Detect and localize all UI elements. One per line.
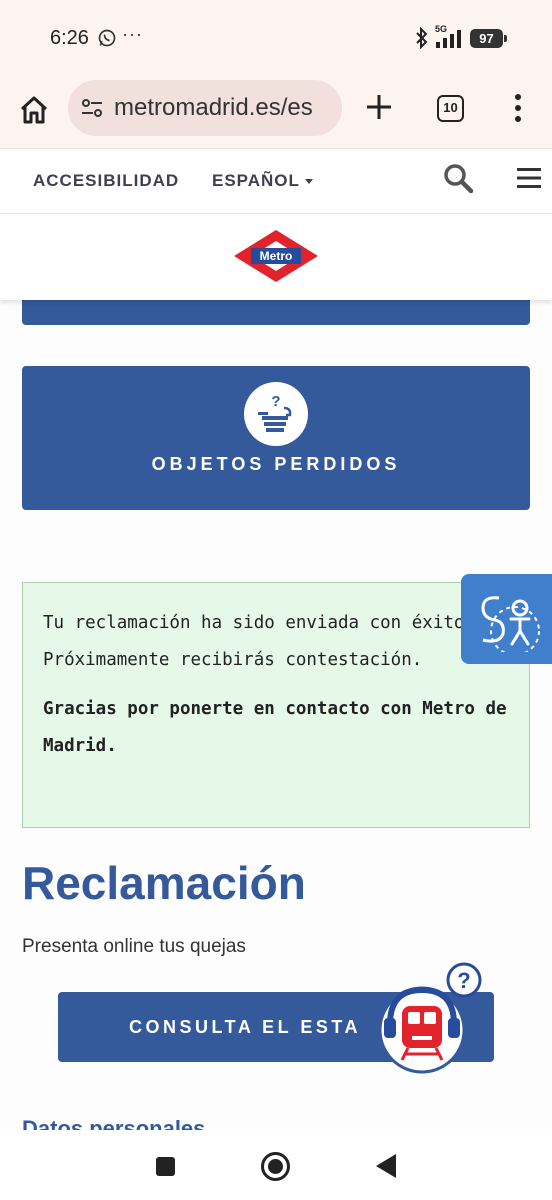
thanks-message: Gracias por ponerte en contacto con Metr… <box>43 699 507 756</box>
hamburger-menu-icon[interactable] <box>517 167 541 189</box>
home-icon[interactable] <box>18 94 50 126</box>
previous-card[interactable] <box>22 300 530 325</box>
signal-icon <box>436 30 461 48</box>
browser-toolbar: metromadrid.es/es 10 <box>0 74 552 148</box>
consult-status-button[interactable]: CONSULTA EL ESTA ? <box>58 962 494 1074</box>
notification-overflow: ··· <box>122 24 143 44</box>
svg-text:?: ? <box>271 393 280 410</box>
home-button-icon[interactable] <box>261 1152 290 1181</box>
metro-madrid-logo[interactable]: Metro <box>232 228 320 284</box>
lost-items-card[interactable]: ? OBJETOS PERDIDOS <box>22 366 530 510</box>
accessibility-icon <box>481 596 540 652</box>
status-time: 6:26 <box>50 27 89 49</box>
svg-text:?: ? <box>457 968 470 993</box>
status-bar: 6:26 ··· 5G 97 <box>0 0 552 74</box>
accessibility-widget-button[interactable] <box>461 574 552 664</box>
new-tab-icon[interactable] <box>364 92 394 122</box>
recent-apps-icon[interactable] <box>156 1157 175 1176</box>
site-settings-icon[interactable] <box>80 96 104 120</box>
url-text[interactable]: metromadrid.es/es <box>114 94 313 122</box>
site-header: ACCESIBILIDAD ESPAÑOL <box>0 148 552 214</box>
page-subtitle: Presenta online tus quejas <box>22 936 246 957</box>
lost-items-label: OBJETOS PERDIDOS <box>151 454 401 474</box>
consult-status-label: CONSULTA EL ESTA <box>129 1017 362 1037</box>
more-options-icon[interactable] <box>508 92 528 124</box>
success-message: Tu reclamación ha sido enviada con éxito… <box>43 613 475 670</box>
language-label: ESPAÑOL <box>212 171 300 190</box>
caret-down-icon <box>304 179 313 185</box>
back-icon[interactable] <box>376 1154 396 1178</box>
logo-bar: Metro <box>0 214 552 300</box>
address-bar[interactable]: metromadrid.es/es <box>68 80 342 136</box>
battery-icon: 97 <box>470 29 507 48</box>
accessibility-link[interactable]: ACCESIBILIDAD <box>33 171 179 191</box>
page-title: Reclamación <box>22 857 306 909</box>
whatsapp-icon <box>98 29 116 47</box>
section-heading-personal-data: Datos personales <box>22 1116 206 1130</box>
system-nav-bar <box>0 1130 552 1200</box>
bluetooth-icon <box>416 27 428 49</box>
metro-mascot-icon: ? <box>378 962 482 1074</box>
success-alert: Tu reclamación ha sido enviada con éxito… <box>22 582 530 828</box>
logo-text: Metro <box>260 249 293 263</box>
language-selector[interactable]: ESPAÑOL <box>212 171 313 191</box>
search-icon[interactable] <box>442 162 474 194</box>
lost-items-icon: ? <box>244 382 308 446</box>
main-content: ? OBJETOS PERDIDOS Tu reclamación ha sid… <box>0 300 552 1130</box>
tab-switcher-icon[interactable]: 10 <box>437 95 464 122</box>
